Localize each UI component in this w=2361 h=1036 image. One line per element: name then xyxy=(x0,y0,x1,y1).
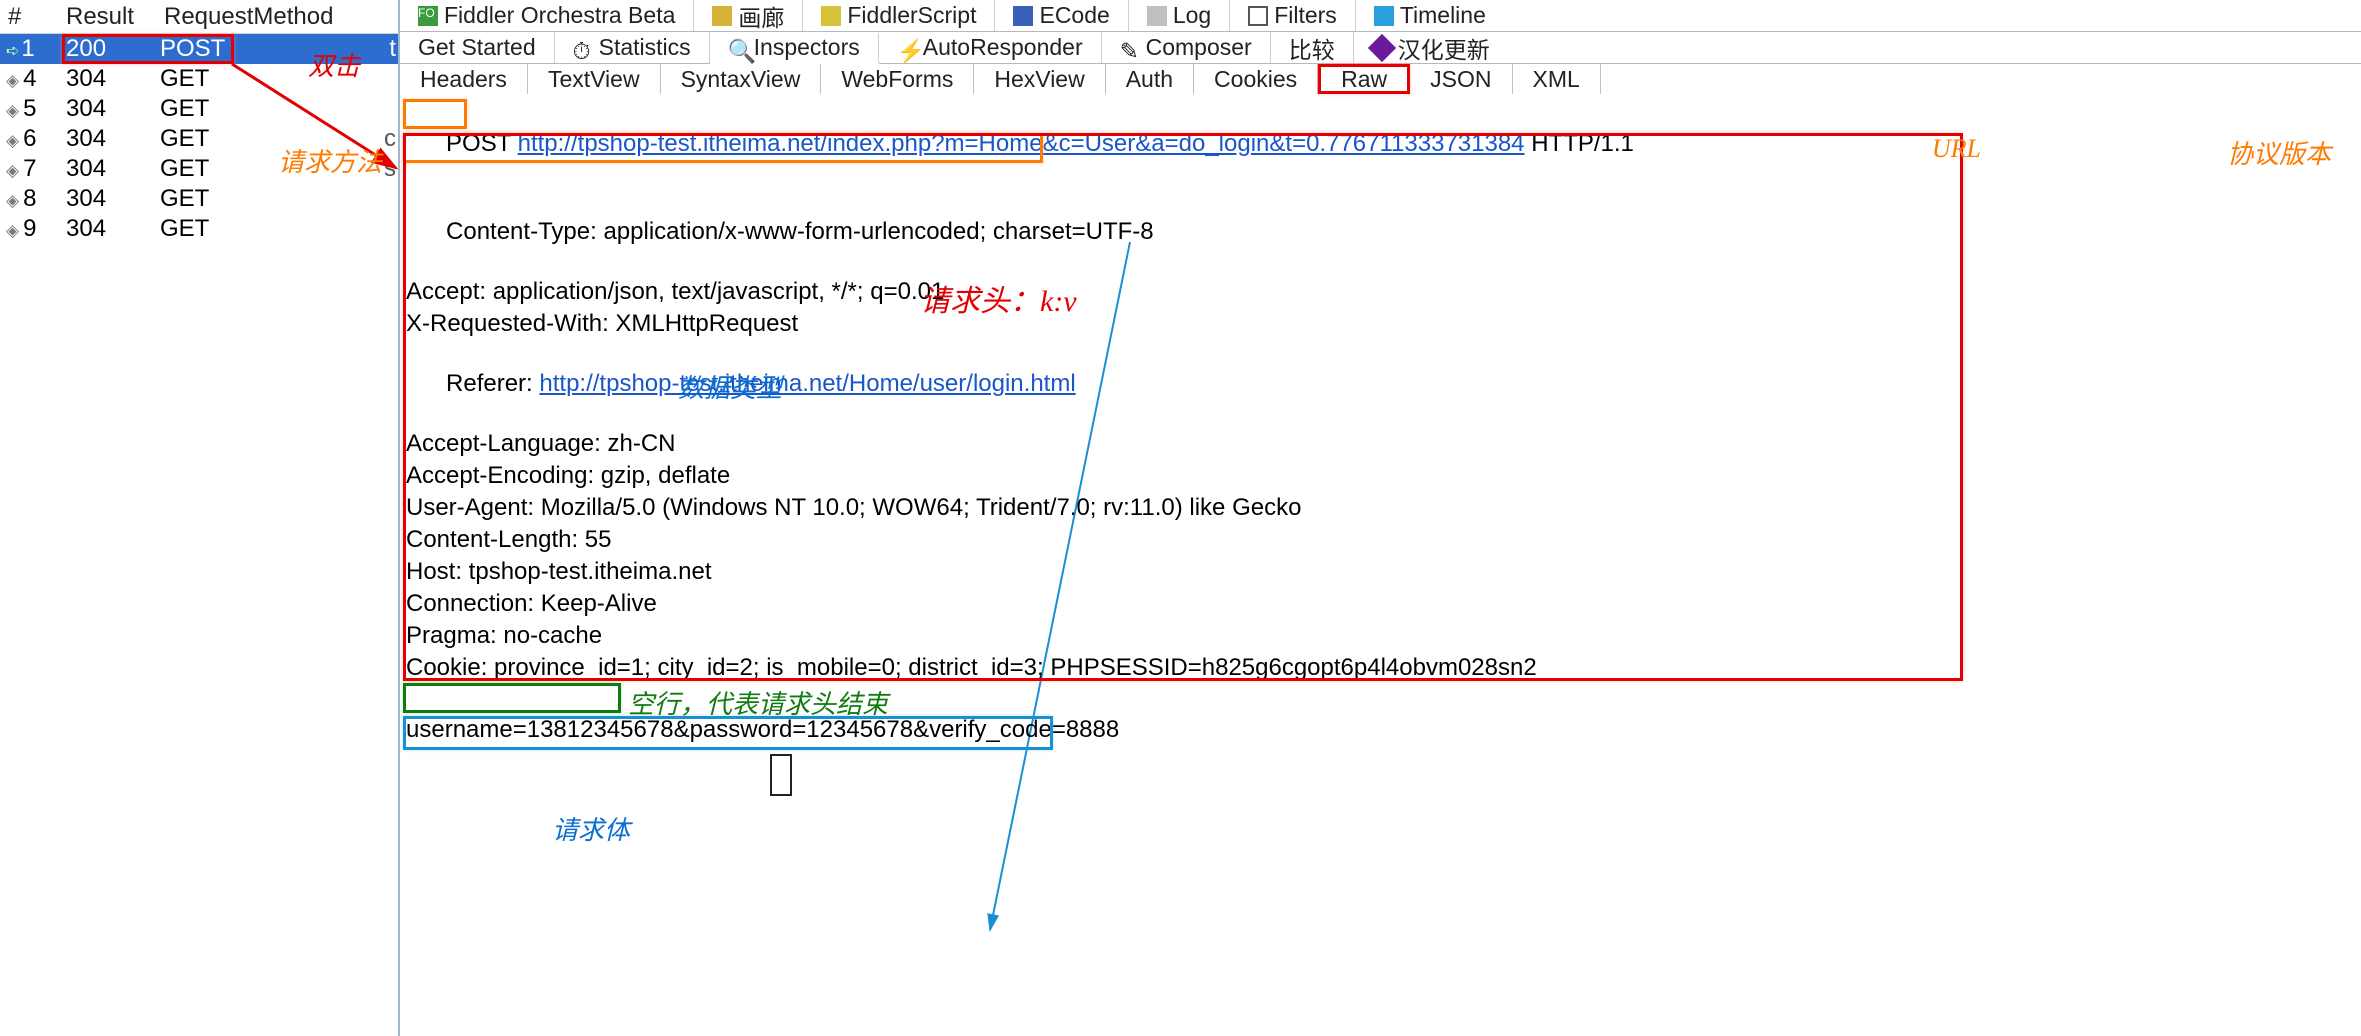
tab-log[interactable]: Log xyxy=(1129,0,1230,31)
insp-icon xyxy=(728,38,748,58)
inspector-tab-hexview[interactable]: HexView xyxy=(974,64,1105,94)
ar-icon xyxy=(897,38,917,58)
top-tabs: FO Fiddler Orchestra Beta 画廊 FiddlerScript E… xyxy=(400,0,2361,32)
inspector-tab-cookies[interactable]: Cookies xyxy=(1194,64,1318,94)
tab-label: 比较 xyxy=(1289,31,1335,65)
inspector-tab-syntaxview[interactable]: SyntaxView xyxy=(661,64,822,94)
tab-label: ECode xyxy=(1039,2,1109,29)
tab-label: Log xyxy=(1173,2,1211,29)
tab-label: Statistics xyxy=(599,34,691,61)
right-pane: FO Fiddler Orchestra Beta 画廊 FiddlerScript E… xyxy=(398,0,2361,1036)
inspector-tab-xml[interactable]: XML xyxy=(1513,64,1601,94)
tab-label: Inspectors xyxy=(754,34,860,61)
tab-fiddler-orchestra-beta[interactable]: FO Fiddler Orchestra Beta xyxy=(400,0,694,31)
inspector-tab-raw[interactable]: Raw xyxy=(1318,64,1410,94)
inspector-sub-tabs: HeadersTextViewSyntaxViewWebFormsHexView… xyxy=(400,64,2361,94)
anno-headers: 请求头：k:v xyxy=(920,276,1077,320)
anno-empty-line: 空行，代表请求头结束 xyxy=(628,684,888,721)
tab-statistics[interactable]: Statistics xyxy=(555,32,710,63)
box-empty-line xyxy=(403,683,621,713)
anno-url: URL xyxy=(1932,134,1981,164)
inspector-tab-headers[interactable]: Headers xyxy=(400,64,528,94)
inspector-tab-auth[interactable]: Auth xyxy=(1106,64,1194,94)
tab-filters[interactable]: Filters xyxy=(1230,0,1356,31)
anno-body: 请求体 xyxy=(552,810,630,847)
tab-autoresponder[interactable]: AutoResponder xyxy=(879,32,1102,63)
tab-label: Timeline xyxy=(1400,2,1486,29)
tab-composer[interactable]: Composer xyxy=(1102,32,1271,63)
update-icon xyxy=(1368,33,1396,61)
box-caret xyxy=(770,754,792,796)
box-body xyxy=(403,716,1053,750)
box-method xyxy=(403,99,467,129)
inspector-tab-webforms[interactable]: WebForms xyxy=(821,64,974,94)
comp-icon xyxy=(1120,38,1140,58)
tab-get-started[interactable]: Get Started xyxy=(400,32,555,63)
tab-fiddlerscript[interactable]: FiddlerScript xyxy=(803,0,995,31)
timeline-icon xyxy=(1374,6,1394,26)
log-icon xyxy=(1147,6,1167,26)
ecode-icon xyxy=(1013,6,1033,26)
filter-icon xyxy=(1248,6,1268,26)
anno-dblclick: 双击 xyxy=(308,46,360,83)
second-tabs: Get Started Statistics Inspectors AutoRespo… xyxy=(400,32,2361,64)
tab-timeline[interactable]: Timeline xyxy=(1356,0,1504,31)
tab--[interactable]: 比较 xyxy=(1271,32,1354,63)
tab-label: Fiddler Orchestra Beta xyxy=(444,2,675,29)
gallery-icon xyxy=(712,6,732,26)
inspector-tab-json[interactable]: JSON xyxy=(1410,64,1512,94)
tab--[interactable]: 画廊 xyxy=(694,0,803,31)
stats-icon xyxy=(573,38,593,58)
tab-ecode[interactable]: ECode xyxy=(995,0,1128,31)
tab-label: 画廊 xyxy=(738,0,784,33)
tab-label: Composer xyxy=(1146,34,1252,61)
script-icon xyxy=(821,6,841,26)
tab-label: Get Started xyxy=(418,34,536,61)
anno-request-method: 请求方法 xyxy=(278,142,382,179)
tab-label: FiddlerScript xyxy=(847,2,976,29)
anno-protocol: 协议版本 xyxy=(2227,134,2331,171)
tab-label: Filters xyxy=(1274,2,1337,29)
tab-label: 汉化更新 xyxy=(1398,31,1490,65)
anno-datatype: 数据类型 xyxy=(678,368,782,405)
inspector-tab-textview[interactable]: TextView xyxy=(528,64,661,94)
tab--[interactable]: 汉化更新 xyxy=(1354,32,1508,63)
tab-label: AutoResponder xyxy=(923,34,1083,61)
fo-icon: FO xyxy=(418,6,438,26)
tab-inspectors[interactable]: Inspectors xyxy=(710,33,879,64)
box-headers xyxy=(403,133,1963,681)
